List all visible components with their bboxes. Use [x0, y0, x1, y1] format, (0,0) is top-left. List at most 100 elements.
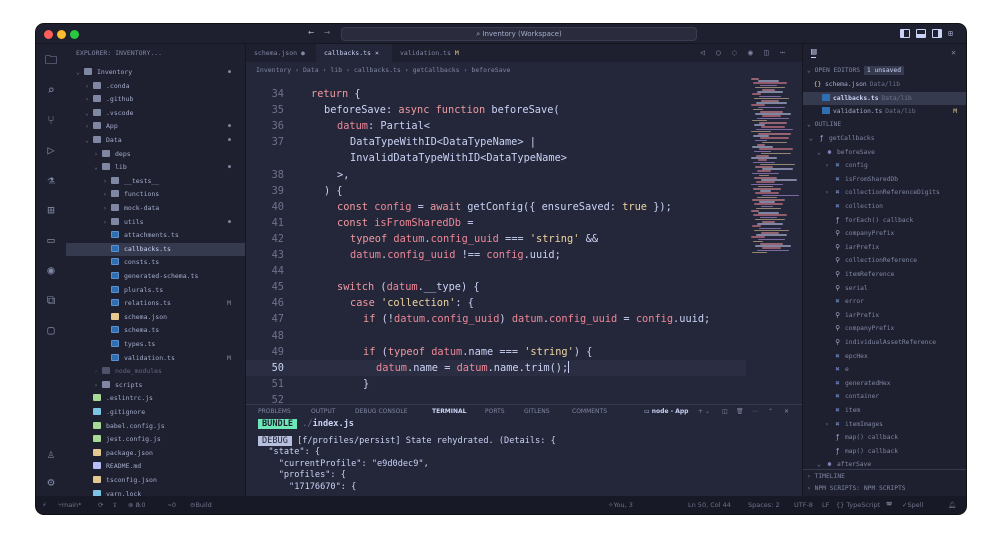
- breadcrumb-item[interactable]: Inventory: [256, 66, 291, 74]
- open-editor-item[interactable]: callbacks.ts Data/lib: [803, 91, 966, 106]
- encoding[interactable]: UTF-8: [794, 496, 813, 514]
- outline-item[interactable]: ⚲ companyPrefix: [803, 227, 966, 241]
- panel-tab-debug-console[interactable]: DEBUG CONSOLE: [355, 408, 408, 415]
- tree-item-inventory[interactable]: ⌄ Inventory ●: [66, 66, 245, 80]
- close-panel-icon[interactable]: ✕: [784, 408, 789, 415]
- outline-item[interactable]: ⌘ e: [803, 363, 966, 377]
- panel-tab-gitlens[interactable]: GITLENS: [524, 408, 550, 415]
- panel-tab-output[interactable]: OUTPUT: [311, 408, 335, 415]
- manage-gear-icon[interactable]: ⚙: [43, 474, 59, 490]
- tree-item-scripts[interactable]: › scripts: [66, 379, 245, 393]
- back-arrow-icon[interactable]: ←: [308, 27, 314, 38]
- zoom-window-button[interactable]: [70, 30, 79, 39]
- command-center-search[interactable]: ⌕ Inventory (Workspace): [341, 27, 697, 41]
- sync-icon[interactable]: ⟳: [98, 496, 103, 514]
- copilot-icon[interactable]: ◚: [886, 496, 892, 514]
- tree-item-schema-ts[interactable]: schema.ts: [66, 324, 245, 338]
- breadcrumb-item[interactable]: callbacks.ts: [354, 66, 401, 74]
- forward-arrow-icon[interactable]: →: [324, 27, 330, 38]
- tree-item--eslintrc-js[interactable]: .eslintrc.js: [66, 392, 245, 406]
- branch-item[interactable]: ⑂ main*: [58, 496, 81, 514]
- tree-item-utils[interactable]: › utils ●: [66, 216, 245, 230]
- copilot-chat-icon[interactable]: ◉: [748, 48, 753, 57]
- build-app-item[interactable]: ⊖ Build App: [190, 496, 212, 514]
- tree-item--tests-[interactable]: › __tests__: [66, 175, 245, 189]
- timeline-header[interactable]: › TIMELINE: [803, 469, 966, 482]
- comments-icon[interactable]: ▢: [43, 322, 59, 338]
- tree-item-babel-config-js[interactable]: babel.config.js: [66, 420, 245, 434]
- outline-header[interactable]: ⌄ OUTLINE: [803, 118, 966, 131]
- minimize-window-button[interactable]: [57, 30, 66, 39]
- terminal-name[interactable]: ▭ node - App: [644, 408, 688, 415]
- tree-item-plurals-ts[interactable]: plurals.ts: [66, 284, 245, 298]
- breadcrumb-item[interactable]: lib: [330, 66, 342, 74]
- outline-item[interactable]: ⚲ individualAssetReference: [803, 336, 966, 350]
- outline-item[interactable]: › ⌘ itemImages: [803, 418, 966, 432]
- outline-item[interactable]: ƒ map() callback: [803, 445, 966, 459]
- language-mode[interactable]: {} TypeScript: [836, 496, 880, 514]
- outline-item[interactable]: ⚲ serial: [803, 282, 966, 296]
- tree-item--conda[interactable]: › .conda: [66, 80, 245, 94]
- new-terminal-icon[interactable]: + ⌄: [698, 408, 710, 415]
- tree-item-functions[interactable]: › functions: [66, 188, 245, 202]
- outline-item[interactable]: ⚲ collectionReference: [803, 254, 966, 268]
- gitlens-icon[interactable]: ⧉: [43, 292, 59, 308]
- cursor-position[interactable]: Ln 50, Col 44: [688, 496, 731, 514]
- tree-item-validation-ts[interactable]: validation.ts M: [66, 352, 245, 366]
- open-changes-icon[interactable]: ○: [716, 48, 721, 57]
- tree-item-schema-json[interactable]: schema.json: [66, 311, 245, 325]
- tree-item-mock-data[interactable]: › mock-data: [66, 202, 245, 216]
- tree-item-relations-ts[interactable]: relations.ts M: [66, 297, 245, 311]
- editor-more-icon[interactable]: ⋯: [780, 48, 785, 57]
- outline-item[interactable]: ⚲ iarPrefix: [803, 241, 966, 255]
- outline-item[interactable]: › ⌘ config: [803, 159, 966, 173]
- explorer-icon[interactable]: 🗀: [43, 52, 59, 68]
- tree-item-generated-schema-ts[interactable]: generated-schema.ts: [66, 270, 245, 284]
- tree-item-package-json[interactable]: package.json: [66, 447, 245, 461]
- search-icon[interactable]: ⌕: [43, 82, 59, 98]
- outline-item[interactable]: ⌘ isFromSharedDb: [803, 173, 966, 187]
- outline-item[interactable]: ƒ map() callback: [803, 431, 966, 445]
- tree-item-data[interactable]: ⌄ Data ●: [66, 134, 245, 148]
- toggle-primary-sidebar-icon[interactable]: [900, 29, 910, 38]
- testing-flask-icon[interactable]: ⚗: [43, 172, 59, 188]
- tree-item-node-modules[interactable]: › node_modules: [66, 365, 245, 379]
- extensions-icon[interactable]: ⊞: [43, 202, 59, 218]
- tree-item-attachments-ts[interactable]: attachments.ts: [66, 229, 245, 243]
- outline-item[interactable]: ⌘ item: [803, 404, 966, 418]
- outline-item[interactable]: ⌄ ƒ getCallbacks: [803, 132, 966, 146]
- tree-item-readme-md[interactable]: README.md: [66, 460, 245, 474]
- tab-validation-ts[interactable]: validation.ts M: [392, 44, 462, 62]
- tree-item--gitignore[interactable]: .gitignore: [66, 406, 245, 420]
- outline-item[interactable]: ⌄ ⊛ beforeSave: [803, 146, 966, 160]
- open-editor-item[interactable]: {} schema.json Data/lib: [803, 78, 966, 92]
- outline-item[interactable]: ⌘ generatedHex: [803, 377, 966, 391]
- account-icon[interactable]: ♙: [43, 446, 59, 462]
- outline-item[interactable]: ⌘ error: [803, 295, 966, 309]
- run-debug-icon[interactable]: ▷: [43, 142, 59, 158]
- notifications-icon[interactable]: 🔔︎: [948, 496, 956, 514]
- github-icon[interactable]: ◉: [43, 262, 59, 278]
- panel-tab-problems[interactable]: PROBLEMS: [258, 408, 291, 415]
- tree-item-types-ts[interactable]: types.ts: [66, 338, 245, 352]
- spell-item[interactable]: ✓ Spell: [902, 496, 923, 514]
- compare-icon[interactable]: ◌: [732, 48, 737, 57]
- tree-item-tsconfig-json[interactable]: tsconfig.json: [66, 474, 245, 488]
- open-editor-item[interactable]: validation.ts Data/lib M: [803, 105, 966, 119]
- tree-item-jest-config-js[interactable]: jest.config.js: [66, 433, 245, 447]
- end-of-line[interactable]: LF: [822, 496, 829, 514]
- remote-explorer-icon[interactable]: ▭: [43, 232, 59, 248]
- source-control-icon[interactable]: ⑂: [43, 112, 59, 128]
- tree-item--github[interactable]: › .github: [66, 93, 245, 107]
- breadcrumb-item[interactable]: beforeSave: [471, 66, 510, 74]
- outline-item[interactable]: ⚲ itemReference: [803, 268, 966, 282]
- remote-icon[interactable]: ⚡: [42, 496, 47, 514]
- panel-tab-ports[interactable]: PORTS: [485, 408, 505, 415]
- outline-item[interactable]: ⚲ companyPrefix: [803, 322, 966, 336]
- breadcrumb-item[interactable]: getCallbacks: [413, 66, 460, 74]
- tree-item-app[interactable]: › App ●: [66, 120, 245, 134]
- minimap[interactable]: [751, 78, 801, 404]
- tree-item--vscode[interactable]: ⌄ .vscode: [66, 107, 245, 121]
- kill-terminal-icon[interactable]: 🗑: [736, 408, 744, 415]
- close-tab-icon[interactable]: ×: [375, 49, 379, 57]
